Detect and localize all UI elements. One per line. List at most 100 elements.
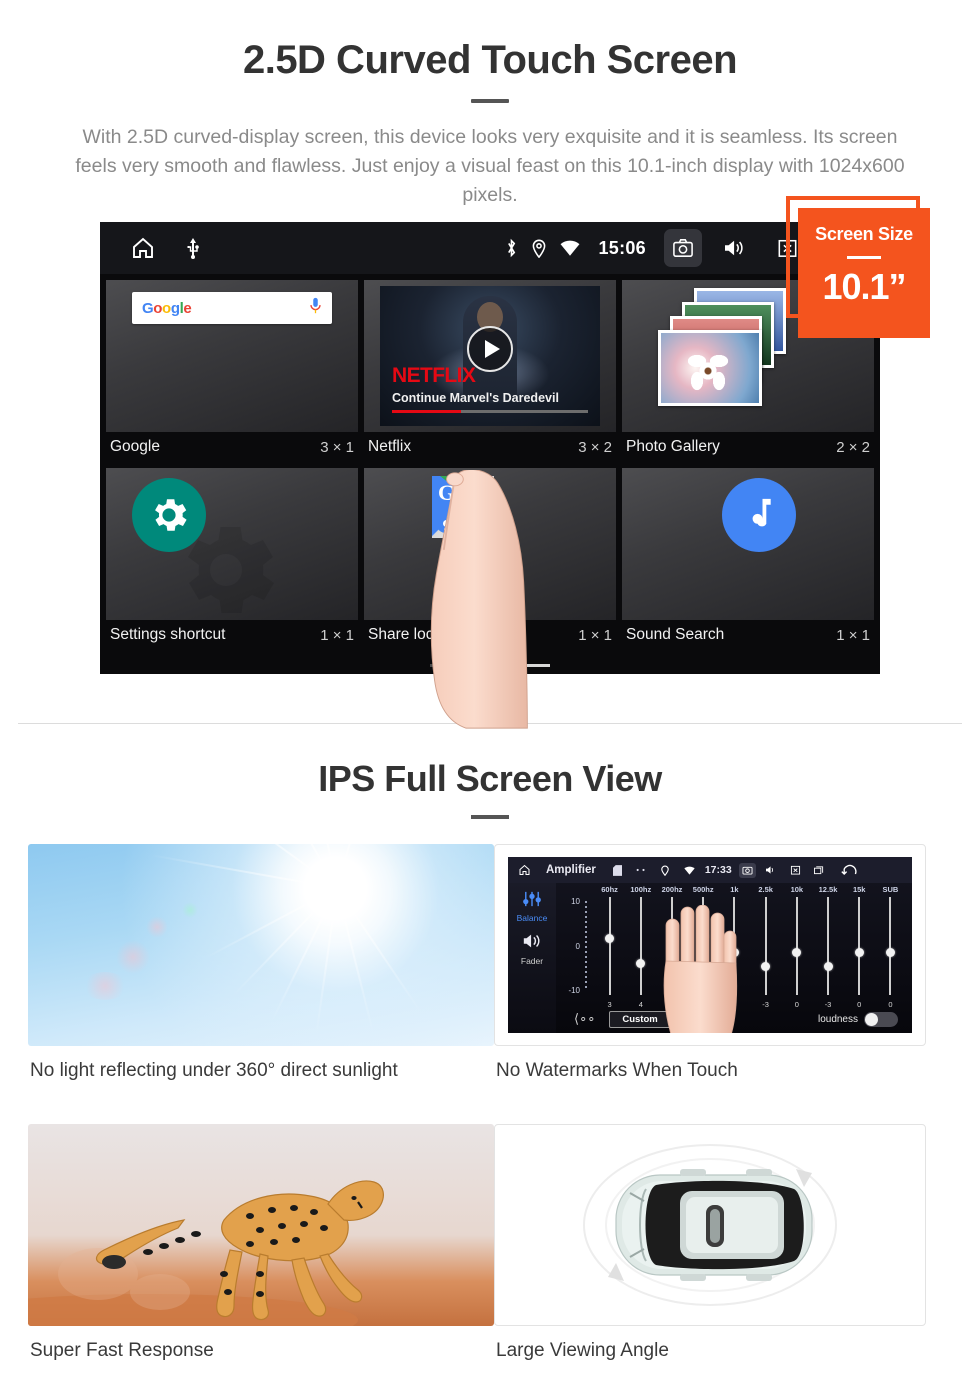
- bluetooth-icon: [505, 238, 518, 258]
- loudness-label: loudness: [817, 1013, 858, 1025]
- widget-label-row: Google 3 × 1: [106, 432, 358, 464]
- widget-name: Google: [110, 438, 160, 455]
- camera-icon[interactable]: [738, 862, 756, 878]
- band-slider[interactable]: [812, 897, 843, 995]
- page-dot[interactable]: [430, 664, 464, 667]
- home-icon[interactable]: [516, 863, 533, 878]
- camera-icon[interactable]: [664, 229, 702, 267]
- close-box-icon[interactable]: [787, 863, 804, 878]
- equalizer-side-tabs: Balance Fader: [508, 883, 556, 1033]
- band-slider[interactable]: [625, 897, 656, 995]
- band-label: 10k: [790, 885, 804, 894]
- back-arrow-icon[interactable]: [841, 863, 858, 878]
- car-top-view-illustration: [560, 1139, 860, 1311]
- band-value: 0: [732, 1000, 737, 1009]
- recents-icon[interactable]: [811, 863, 828, 878]
- scale-bottom: -10: [568, 986, 580, 995]
- widget-label-row: Sound Search 1 × 1: [622, 620, 874, 652]
- widget-name: Netflix: [368, 438, 412, 455]
- tile-caption: Large Viewing Angle: [496, 1340, 669, 1361]
- volume-icon[interactable]: [763, 863, 780, 878]
- netflix-logo: NETFLIX: [392, 364, 476, 387]
- equalizer-band-values: 3 4 0 0 0 -3 0 -3 0 0: [594, 1000, 906, 1009]
- flower-photo: [685, 349, 731, 393]
- microphone-icon[interactable]: [309, 297, 322, 320]
- preset-custom-button[interactable]: Custom: [609, 1010, 671, 1028]
- netflix-widget[interactable]: NETFLIX Continue Marvel's Daredevil: [364, 280, 616, 432]
- band-label: 15k: [852, 885, 866, 894]
- equalizer-footer: ⟨∘∘ Custom loudness: [574, 1009, 898, 1029]
- scale-top: 10: [571, 897, 580, 906]
- back-arrow-icon[interactable]: ⟨∘∘: [574, 1011, 595, 1027]
- google-search-bar[interactable]: Google: [132, 292, 332, 324]
- widget-netflix[interactable]: NETFLIX Continue Marvel's Daredevil Netf…: [364, 280, 616, 464]
- widget-google[interactable]: Google Google 3 × 1: [106, 280, 358, 464]
- music-note-icon[interactable]: [722, 478, 796, 552]
- tile-caption: No light reflecting under 360° direct su…: [30, 1060, 398, 1081]
- band-slider[interactable]: [656, 897, 687, 995]
- usb-icon[interactable]: [186, 237, 200, 259]
- equalizer-title: Amplifier: [546, 864, 596, 876]
- widget-name: Photo Gallery: [626, 438, 720, 455]
- tile-caption: Super Fast Response: [30, 1340, 214, 1361]
- equalizer-clock: 17:33: [704, 864, 732, 876]
- page-dot-active[interactable]: [516, 664, 550, 667]
- speaker-icon[interactable]: [522, 932, 542, 955]
- sound-search-widget[interactable]: [622, 468, 874, 620]
- equalizer-tab-fader[interactable]: Fader: [508, 956, 556, 966]
- band-label: 500hz: [692, 885, 714, 894]
- netflix-subtitle: Continue Marvel's Daredevil: [392, 391, 559, 405]
- equalizer-title-bar: Amplifier 17:33: [508, 857, 912, 883]
- sliders-icon[interactable]: [522, 891, 542, 911]
- equalizer-sliders[interactable]: [594, 897, 906, 995]
- band-slider[interactable]: [875, 897, 906, 995]
- widget-row-2: Settings shortcut 1 × 1 G Share location: [106, 468, 874, 652]
- loudness-toggle[interactable]: [864, 1011, 898, 1027]
- band-label: 2.5k: [758, 885, 773, 894]
- widget-label-row: Settings shortcut 1 × 1: [106, 620, 358, 652]
- title-underline: [471, 99, 509, 103]
- sky-image: [28, 844, 494, 1046]
- band-value: -3: [762, 1000, 769, 1009]
- page-dot[interactable]: [473, 664, 507, 667]
- google-logo: Google: [142, 299, 192, 317]
- loudness-control[interactable]: loudness: [817, 1011, 898, 1027]
- location-icon: [657, 863, 674, 878]
- section-divider: [18, 723, 962, 724]
- volume-icon[interactable]: [716, 229, 754, 267]
- product-feature-page: 2.5D Curved Touch Screen With 2.5D curve…: [0, 0, 980, 1394]
- band-slider[interactable]: [750, 897, 781, 995]
- status-bar-clock: 15:06: [598, 237, 646, 258]
- equalizer-tab-balance[interactable]: Balance: [508, 913, 556, 923]
- section2-title: IPS Full Screen View: [318, 758, 662, 799]
- band-slider[interactable]: [688, 897, 719, 995]
- page-indicator[interactable]: [100, 664, 880, 667]
- widget-share-location[interactable]: G Share location 1 × 1: [364, 468, 616, 652]
- widget-sound-search[interactable]: Sound Search 1 × 1: [622, 468, 874, 652]
- google-maps-icon[interactable]: G: [432, 476, 494, 538]
- widget-label-row: Share location 1 × 1: [364, 620, 616, 652]
- widget-size: 3 × 2: [578, 438, 612, 456]
- section2-title-wrap: IPS Full Screen View: [0, 758, 980, 819]
- band-value: 0: [888, 1000, 893, 1009]
- widget-name: Share location: [368, 626, 468, 643]
- band-slider[interactable]: [594, 897, 625, 995]
- google-search-widget[interactable]: Google: [106, 280, 358, 432]
- feature-tile-viewing-angle: Large Viewing Angle: [494, 1124, 952, 1362]
- screen-size-value: 10.1”: [822, 266, 906, 307]
- band-slider[interactable]: [844, 897, 875, 995]
- share-location-widget[interactable]: G: [364, 468, 616, 620]
- home-icon[interactable]: [130, 236, 156, 260]
- settings-shortcut-widget[interactable]: [106, 468, 358, 620]
- cheetah-image: [28, 1124, 494, 1326]
- status-bar-left: [100, 236, 200, 260]
- settings-gear-icon[interactable]: [132, 478, 206, 552]
- feature-tile-grid: No light reflecting under 360° direct su…: [28, 844, 952, 1362]
- feature-tile-fast-response: Super Fast Response: [28, 1124, 494, 1362]
- band-label: 12.5k: [818, 885, 838, 894]
- band-label: 1k: [730, 885, 739, 894]
- widget-settings-shortcut[interactable]: Settings shortcut 1 × 1: [106, 468, 358, 652]
- band-slider[interactable]: [719, 897, 750, 995]
- sd-card-icon: [609, 863, 626, 878]
- band-slider[interactable]: [781, 897, 812, 995]
